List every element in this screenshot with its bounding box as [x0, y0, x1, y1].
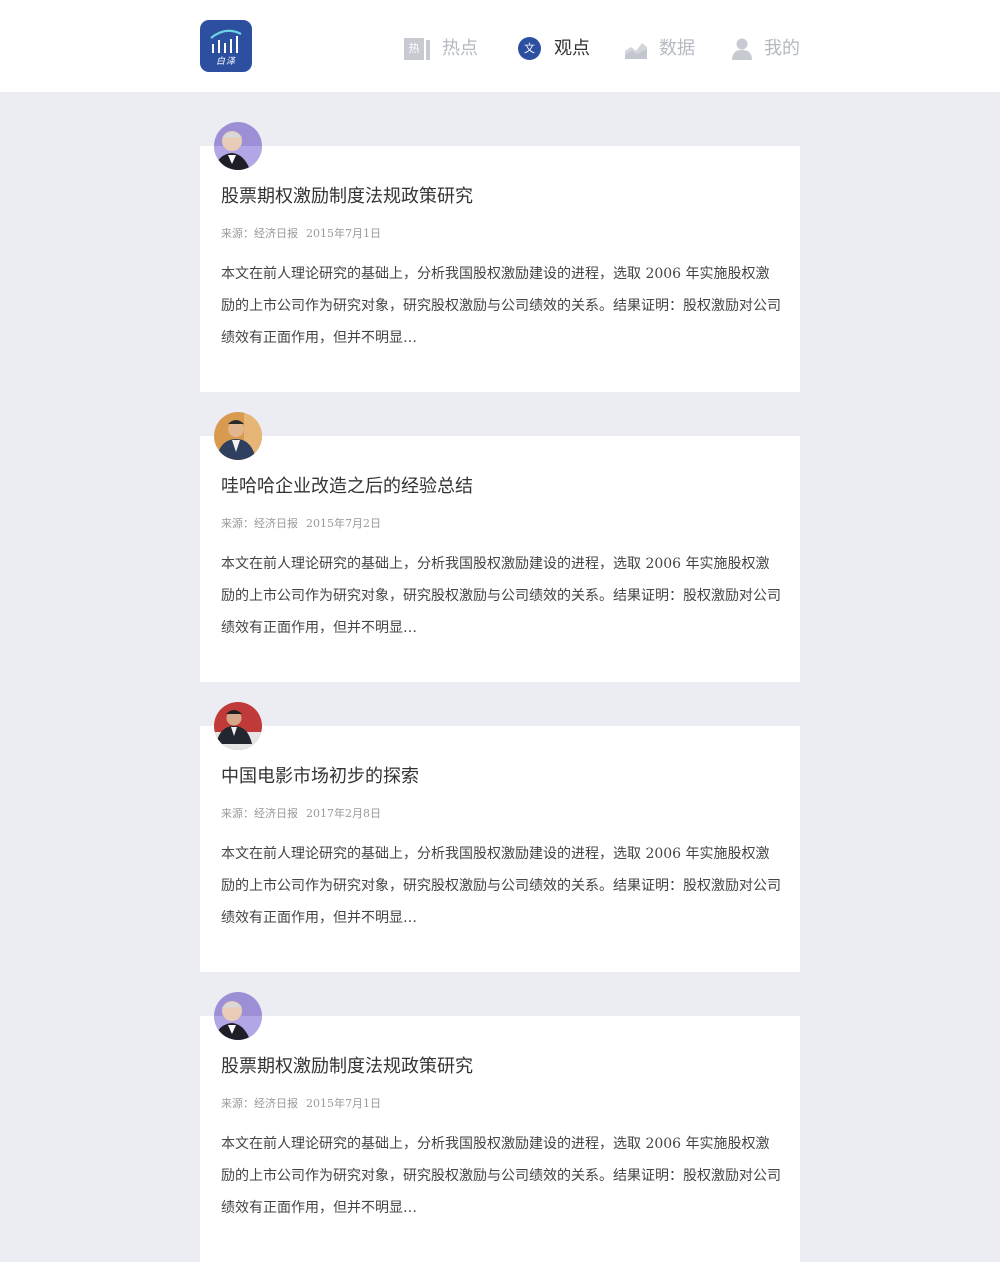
top-header: 白泽 热 热点 文 观点 数据 我的 — [0, 0, 1000, 92]
article-meta: 来源：经济日报 2015年7月1日 — [221, 1096, 381, 1112]
opinion-icon: 文 — [518, 37, 542, 61]
data-chart-icon — [625, 39, 647, 59]
nav-item-mine[interactable]: 我的 — [732, 34, 800, 64]
article-card[interactable]: 股票期权激励制度法规政策研究 来源：经济日报 2015年7月1日 本文在前人理论研… — [200, 122, 800, 392]
nav-label-opinion: 观点 — [554, 38, 590, 59]
article-title[interactable]: 中国电影市场初步的探索 — [221, 764, 419, 790]
article-date: 2015年7月2日 — [306, 517, 381, 530]
article-date: 2017年2月8日 — [306, 807, 381, 820]
hot-icon-char: 热 — [404, 38, 424, 60]
article-summary: 本文在前人理论研究的基础上，分析我国股权激励建设的进程，选取 2006 年实施股… — [221, 556, 781, 636]
article-card[interactable]: 股票期权激励制度法规政策研究 来源：经济日报 2015年7月1日 本文在前人理论研… — [200, 992, 800, 1262]
author-avatar[interactable] — [214, 412, 262, 460]
article-card[interactable]: 哇哈哈企业改造之后的经验总结 来源：经济日报 2015年7月2日 本文在前人理论研… — [200, 412, 800, 682]
article-card[interactable]: 中国电影市场初步的探索 来源：经济日报 2017年2月8日 本文在前人理论研究的基… — [200, 702, 800, 972]
article-meta: 来源：经济日报 2017年2月8日 — [221, 806, 381, 822]
nav-item-data[interactable]: 数据 — [625, 34, 695, 64]
article-title[interactable]: 哇哈哈企业改造之后的经验总结 — [221, 474, 473, 500]
article-title[interactable]: 股票期权激励制度法规政策研究 — [221, 184, 473, 210]
logo-text: 白泽 — [215, 57, 236, 67]
article-meta: 来源：经济日报 2015年7月1日 — [221, 226, 381, 242]
article-meta: 来源：经济日报 2015年7月2日 — [221, 516, 381, 532]
article-date: 2015年7月1日 — [306, 1097, 381, 1110]
nav-label-hot: 热点 — [442, 38, 478, 59]
author-avatar[interactable] — [214, 992, 262, 1040]
nav-label-data: 数据 — [659, 38, 695, 59]
user-icon — [732, 38, 752, 60]
app-logo[interactable]: 白泽 — [200, 20, 252, 72]
article-date: 2015年7月1日 — [306, 227, 381, 240]
article-title[interactable]: 股票期权激励制度法规政策研究 — [221, 1054, 473, 1080]
nav-label-mine: 我的 — [764, 38, 800, 59]
hot-icon: 热 — [404, 38, 430, 60]
article-summary: 本文在前人理论研究的基础上，分析我国股权激励建设的进程，选取 2006 年实施股… — [221, 1136, 781, 1216]
article-source: 来源：经济日报 — [221, 1097, 298, 1110]
nav-item-hot[interactable]: 热 热点 — [404, 34, 478, 64]
author-avatar[interactable] — [214, 702, 262, 750]
article-summary: 本文在前人理论研究的基础上，分析我国股权激励建设的进程，选取 2006 年实施股… — [221, 846, 781, 926]
article-summary: 本文在前人理论研究的基础上，分析我国股权激励建设的进程，选取 2006 年实施股… — [221, 266, 781, 346]
opinion-icon-char: 文 — [518, 37, 541, 60]
nav-item-opinion[interactable]: 文 观点 — [518, 34, 590, 64]
author-avatar[interactable] — [214, 122, 262, 170]
article-source: 来源：经济日报 — [221, 517, 298, 530]
article-source: 来源：经济日报 — [221, 227, 298, 240]
article-source: 来源：经济日报 — [221, 807, 298, 820]
